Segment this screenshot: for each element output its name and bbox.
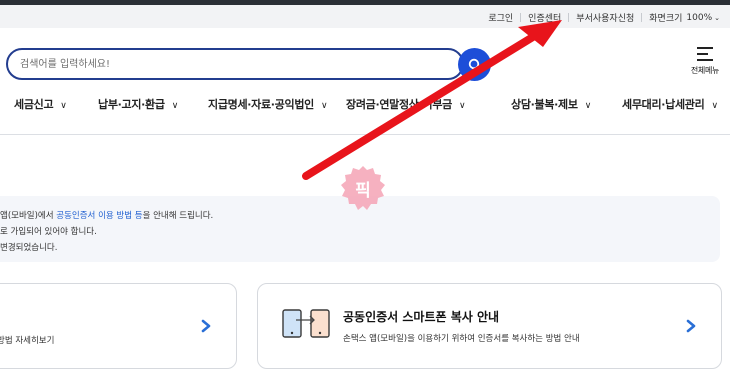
notice-line-2: 로 가입되어 있어야 합니다.	[0, 227, 97, 237]
gnb-item-tax-report[interactable]: 세금신고 ∨	[14, 96, 67, 112]
utility-nav: 로그인 인증센터 부서사용자신청 화면크기 100% ⌄	[488, 11, 720, 25]
gnb-item-payment[interactable]: 납부·고지·환급 ∨	[98, 96, 178, 112]
chevron-right-icon	[686, 319, 696, 333]
divider	[568, 13, 570, 22]
utility-bar: 로그인 인증센터 부서사용자신청 화면크기 100% ⌄	[0, 5, 730, 28]
dept-user-apply-link[interactable]: 부서사용자신청	[576, 11, 634, 24]
auth-center-link[interactable]: 인증센터	[528, 11, 561, 24]
chevron-right-icon	[201, 319, 211, 333]
guide-card-left[interactable]: 방법 자세히보기	[0, 283, 237, 369]
search-icon	[468, 58, 481, 71]
search-input[interactable]	[8, 50, 428, 78]
card-desc: 손택스 앱(모바일)을 이용하기 위하여 인증서를 복사하는 방법 안내	[343, 334, 580, 344]
divider	[0, 134, 730, 135]
search-button[interactable]	[458, 48, 491, 81]
divider	[520, 13, 522, 22]
gnb-item-tax-agent[interactable]: 세무대리·납세관리 ∨	[622, 96, 718, 112]
chevron-down-icon: ∨	[320, 101, 328, 111]
zoom-dropdown[interactable]: 100% ⌄	[686, 13, 720, 23]
gnb-item-statement[interactable]: 지급명세·자료·공익법인 ∨	[208, 96, 328, 112]
all-menu-label: 전체메뉴	[690, 66, 720, 75]
gnb-item-label: 세금신고	[14, 98, 54, 111]
search-area	[6, 48, 491, 81]
gnb-item-label: 장려금·연말정산·기부금	[346, 98, 452, 111]
card-title: 공동인증서 스마트폰 복사 안내	[343, 310, 500, 324]
gnb-item-label: 납부·고지·환급	[98, 98, 165, 111]
gnb-item-label: 상담·불복·제보	[511, 98, 578, 111]
notice-line-1: 앱(모바일)에서 공동인증서 이용 방법 등을 안내해 드립니다.	[0, 211, 214, 221]
notice-line-3: 변경되었습니다.	[0, 243, 58, 253]
gnb-item-label: 지급명세·자료·공익법인	[208, 98, 314, 111]
chevron-down-icon: ∨	[584, 101, 592, 111]
chevron-down-icon: ∨	[458, 101, 466, 111]
chevron-down-icon: ∨	[711, 101, 718, 111]
pick-badge-text: 픽	[355, 180, 371, 201]
phone-copy-icon	[282, 309, 330, 338]
all-menu-button[interactable]: 전체메뉴	[686, 47, 724, 76]
gnb-item-incentive[interactable]: 장려금·연말정산·기부금 ∨	[346, 96, 466, 112]
cert-copy-card[interactable]: 공동인증서 스마트폰 복사 안내 손택스 앱(모바일)을 이용하기 위하여 인증…	[257, 283, 722, 369]
card-desc: 방법 자세히보기	[0, 336, 55, 346]
chevron-down-icon: ∨	[60, 101, 67, 111]
chevron-down-icon: ∨	[171, 101, 179, 111]
zoom-value: 100%	[686, 12, 713, 23]
divider	[641, 13, 643, 22]
hamburger-menu-icon	[697, 47, 713, 61]
search-box	[6, 48, 464, 80]
screen-size-label: 화면크기	[649, 14, 683, 24]
gnb-item-label: 세무대리·납세관리	[622, 98, 705, 111]
login-link[interactable]: 로그인	[488, 11, 513, 24]
cert-usage-link[interactable]: 공동인증서 이용 방법 등	[56, 211, 142, 221]
gnb-item-consult[interactable]: 상담·불복·제보 ∨	[511, 96, 591, 112]
main-navigation: 세금신고 ∨ 납부·고지·환급 ∨ 지급명세·자료·공익법인 ∨ 장려금·연말정산·기…	[0, 96, 730, 124]
chevron-down-icon: ⌄	[714, 13, 720, 22]
